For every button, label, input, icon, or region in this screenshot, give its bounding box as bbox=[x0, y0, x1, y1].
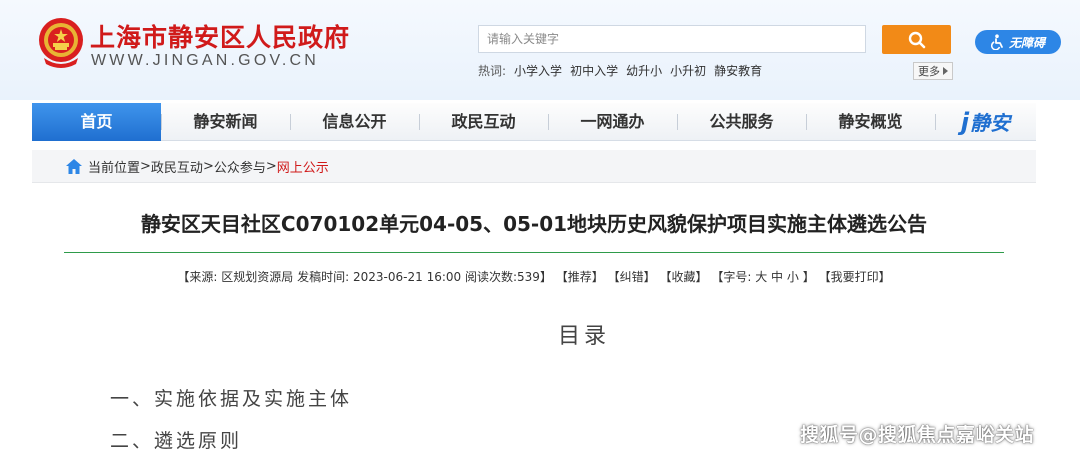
toc-heading: 目录 bbox=[557, 324, 610, 349]
hot-word-link[interactable]: 小学入学 bbox=[514, 62, 562, 79]
accessibility-label: 无障碍 bbox=[1008, 35, 1045, 50]
hot-words-label: 热词: bbox=[478, 64, 507, 78]
article-container: 当前位置 > 政民互动 > 公众参与 > 网上公示 静安区天目社区C070102… bbox=[32, 150, 1036, 453]
article-meta: 【来源: 区规划资源局 发稿时间: 2023-06-21 16:00 阅读次数:… bbox=[32, 268, 1036, 285]
hot-word-link[interactable]: 静安教育 bbox=[714, 62, 762, 79]
font-size-close: 】 bbox=[802, 270, 815, 284]
breadcrumb-link[interactable]: 公众参与 bbox=[214, 157, 266, 176]
meta-reads: 539 bbox=[517, 270, 540, 284]
nav-item-jingan-overview[interactable]: 静安概览 bbox=[806, 103, 935, 141]
outline-item: 二、遴选原则 bbox=[110, 430, 243, 452]
search-icon bbox=[908, 31, 925, 48]
more-button[interactable]: 更多 bbox=[913, 62, 953, 80]
meta-source: 区规划资源局 bbox=[221, 270, 294, 284]
font-medium-link[interactable]: 中 bbox=[771, 270, 783, 284]
meta-time-label: 发稿时间: bbox=[297, 270, 350, 284]
hot-word-link[interactable]: 小升初 bbox=[670, 62, 706, 79]
site-title[interactable]: 上海市静安区人民政府 bbox=[90, 18, 350, 54]
favorite-link[interactable]: 【收藏】 bbox=[659, 270, 707, 284]
chevron-right-icon bbox=[943, 67, 948, 75]
outline-item: 一、实施依据及实施主体 bbox=[110, 388, 353, 410]
article-title: 静安区天目社区C070102单元04-05、05-01地块历史风貌保护项目实施主… bbox=[140, 212, 928, 236]
site-domain: WWW.JINGAN.GOV.CN bbox=[91, 52, 320, 69]
nav-item-home[interactable]: 首页 bbox=[32, 103, 161, 141]
hot-word-link[interactable]: 初中入学 bbox=[570, 62, 618, 79]
main-nav: 首页 静安新闻 信息公开 政民互动 一网通办 公共服务 静安概览 j 静安 bbox=[32, 103, 1036, 141]
national-emblem-icon[interactable] bbox=[36, 14, 86, 70]
font-large-link[interactable]: 大 bbox=[755, 270, 767, 284]
breadcrumb: 当前位置 > 政民互动 > 公众参与 > 网上公示 bbox=[32, 150, 1036, 183]
meta-source-label: 【来源: bbox=[177, 270, 218, 284]
nav-item-info-disclosure[interactable]: 信息公开 bbox=[290, 103, 419, 141]
wheelchair-icon bbox=[990, 34, 1003, 50]
recommend-link[interactable]: 【推荐】 bbox=[556, 270, 604, 284]
nav-item-public-service[interactable]: 公共服务 bbox=[677, 103, 806, 141]
search-button[interactable] bbox=[882, 25, 951, 54]
hot-words: 热词: 小学入学 初中入学 幼升小 小升初 静安教育 bbox=[478, 62, 762, 79]
breadcrumb-separator: > bbox=[202, 158, 214, 174]
breadcrumb-prefix: 当前位置 bbox=[88, 160, 141, 176]
title-divider bbox=[64, 252, 1004, 253]
breadcrumb-separator: > bbox=[140, 158, 151, 174]
search-input[interactable] bbox=[478, 25, 866, 53]
home-icon[interactable] bbox=[66, 158, 82, 174]
jingan-logo-mark-icon: j bbox=[960, 107, 970, 136]
hot-word-link[interactable]: 幼升小 bbox=[626, 62, 662, 79]
site-header: 上海市静安区人民政府 WWW.JINGAN.GOV.CN 无障碍 热词: 小学入… bbox=[0, 0, 1080, 100]
jingan-logo-text: 静安 bbox=[970, 111, 1011, 135]
nav-item-jingan-news[interactable]: 静安新闻 bbox=[161, 103, 290, 141]
more-label: 更多 bbox=[918, 65, 940, 78]
breadcrumb-separator: > bbox=[265, 158, 277, 174]
breadcrumb-link[interactable]: 政民互动 bbox=[151, 157, 203, 176]
breadcrumb-current[interactable]: 网上公示 bbox=[277, 157, 329, 176]
watermark: 搜狐号@搜狐焦点嘉峪关站 bbox=[800, 424, 1035, 446]
meta-time: 2023-06-21 16:00 bbox=[353, 270, 462, 284]
meta-close-bracket: 】 bbox=[539, 270, 552, 284]
meta-reads-label: 阅读次数: bbox=[464, 270, 518, 284]
font-size-label: 【字号: bbox=[711, 270, 752, 284]
font-small-link[interactable]: 小 bbox=[787, 270, 799, 284]
accessibility-button[interactable]: 无障碍 bbox=[975, 30, 1061, 54]
print-link[interactable]: 【我要打印】 bbox=[819, 270, 891, 284]
correct-link[interactable]: 【纠错】 bbox=[608, 270, 656, 284]
nav-item-interaction[interactable]: 政民互动 bbox=[419, 103, 548, 141]
nav-item-one-stop-service[interactable]: 一网通办 bbox=[548, 103, 677, 141]
jingan-logo[interactable]: j 静安 bbox=[935, 103, 1036, 140]
